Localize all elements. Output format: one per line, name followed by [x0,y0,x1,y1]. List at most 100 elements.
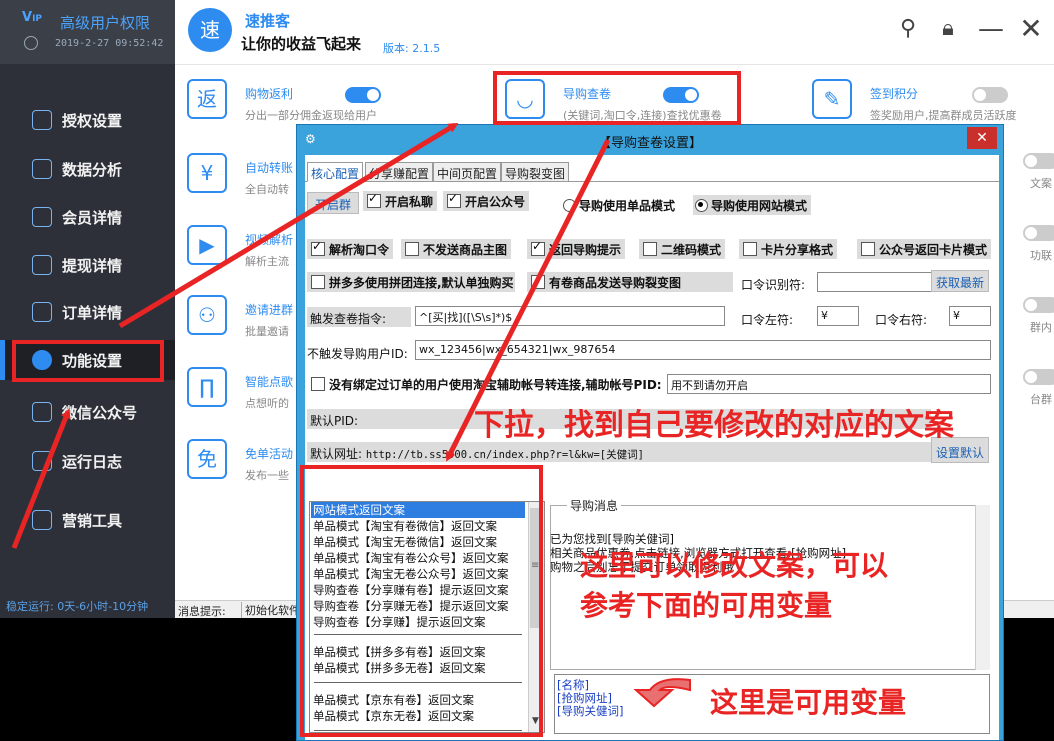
sidebar-item-4[interactable]: 订单详情 [0,292,175,332]
feature-title: 智能点歌 [245,375,294,389]
default-url-label: 默认网址: [310,447,363,461]
feature-desc: 解析主流 [245,255,289,268]
feature-toggle[interactable] [972,87,1008,103]
statusbar-value: 初始化软件 [241,602,300,618]
mode-single-radio[interactable]: 导购使用单品模式 [561,195,679,215]
minimize-icon[interactable]: — [978,16,1004,42]
feature-title: 购物返利 [245,87,294,101]
sidebar-item-3[interactable]: 提现详情 [0,245,175,285]
feature-icon: 返 [187,79,227,119]
sidebar-item-label: 微信公众号 [62,404,138,422]
sidebar-item-1[interactable]: 数据分析 [0,149,175,189]
lock-icon[interactable]: 🔒︎ [935,16,961,42]
highlight-box-template-list [300,465,543,737]
fetch-latest-button[interactable]: 获取最新 [931,270,989,292]
dialog-titlebar[interactable]: ⚙ 【导购查卷设置】 ✕ [297,125,1003,155]
feature-title: 视频解析 [245,233,294,247]
annotation-edit-hint-line1: 这里可以修改文案，可以 [580,549,889,582]
sidebar-item-label: 运行日志 [62,453,123,471]
trigger-command-label: 触发查卷指令: [307,307,411,327]
parse-taokouling-checkbox[interactable]: 解析淘口令 [307,239,394,259]
feature-icon: ✎ [812,79,852,119]
open-private-checkbox[interactable]: 开启私聊 [363,191,438,211]
card-share-checkbox[interactable]: 卡片分享格式 [739,239,838,259]
printer-icon [32,402,52,422]
app-logo-icon: 速 [188,8,232,52]
feature-toggle[interactable] [1023,297,1054,313]
highlight-box-coupon-feature [493,71,741,125]
statusbar-label: 消息提示: [178,605,226,618]
no-main-image-checkbox[interactable]: 不发送商品主图 [401,239,512,259]
dialog-close-button[interactable]: ✕ [967,127,997,149]
close-icon[interactable]: ✕ [1018,15,1044,43]
feature-desc: 点想听的 [245,397,289,410]
sidebar-item-6[interactable]: 微信公众号 [0,392,175,432]
default-url-value[interactable]: http://tb.ss5000.cn/index.php?r=l&kw=[关健… [366,449,644,461]
feature-title: 签到积分 [870,87,919,101]
code-ident-label: 口令识别符: [741,278,806,292]
sidebar-item-label: 会员详情 [62,209,123,227]
clock-icon [24,36,38,50]
code-left-input[interactable]: ¥ [817,306,859,326]
no-order-pid-input[interactable]: 用不到请勿开启 [667,374,991,394]
datetime-label: 2019-2-27 09:52:42 [55,38,164,49]
highlight-box-function-settings [12,340,164,382]
sidebar-item-label: 营销工具 [62,512,123,530]
sidebar-item-label: 数据分析 [62,161,123,179]
no-trigger-user-input[interactable]: wx_123456|wx_654321|wx_987654 [415,340,991,360]
feature-desc-fragment: 群内 [1030,321,1052,334]
order-icon [32,302,52,322]
user-settings-icon[interactable]: ⚲ [895,16,921,42]
code-ident-input[interactable] [817,272,939,292]
feature-toggle[interactable] [1023,369,1054,385]
open-group-button[interactable]: 开启群 [307,192,359,214]
qrcode-mode-checkbox[interactable]: 二维码模式 [639,239,726,259]
top-header: 速 速推客 让你的收益飞起来 版本: 2.1.5 ⚲ 🔒︎ — ✕ [175,0,1054,64]
feature-title: 邀请进群 [245,303,294,317]
no-order-pid-checkbox[interactable]: 没有绑定过订单的用户使用淘宝辅助帐号转连接,辅助帐号PID: [307,374,666,394]
feature-desc: 签奖励用户,提高群成员活跃度 [870,109,1017,122]
annotation-variables-hint: 这里是可用变量 [710,686,907,719]
annotation-scroll-hint: 下拉，找到自己要修改的对应的文案 [474,408,954,443]
code-right-input[interactable]: ¥ [949,306,991,326]
tab-middle-page-config[interactable]: 中间页配置 [433,162,502,182]
sidebar-item-label: 提现详情 [62,257,123,275]
sidebar-item-label: 授权设置 [62,112,123,130]
dialog-title: 【导购查卷设置】 [597,136,702,151]
app-name: 速推客 [245,12,291,30]
feature-icon: ▶ [187,225,227,265]
open-official-checkbox[interactable]: 开启公众号 [443,191,530,211]
globe-icon [32,110,52,130]
feature-desc: 分出一部分佣金返现给用户 [245,109,377,122]
pdd-group-link-checkbox[interactable]: 拼多多使用拼团连接,默认单独购买 [307,272,515,292]
feature-title: 免单活动 [245,447,294,461]
message-scrollbar[interactable] [975,505,990,670]
sidebar-item-2[interactable]: 会员详情 [0,197,175,237]
sidebar-item-0[interactable]: 授权设置 [0,100,175,140]
tab-fission-image[interactable]: 导购裂变图 [501,162,570,182]
tab-core-config[interactable]: 核心配置 [307,162,364,182]
feature-toggle[interactable] [1023,153,1054,169]
chart-bar-icon [32,510,52,530]
speaker-icon [32,451,52,471]
feature-desc: 发布一些 [245,469,289,482]
edit-icon [32,207,52,227]
sidebar: VIP 高级用户权限 2019-2-27 09:52:42 授权设置 数据分析 会员… [0,0,175,618]
official-card-mode-checkbox[interactable]: 公众号返回卡片模式 [857,239,992,259]
feature-toggle[interactable] [345,87,381,103]
search-chart-icon [32,255,52,275]
code-right-label: 口令右符: [875,313,928,327]
feature-icon: 免 [187,439,227,479]
coupon-fission-image-checkbox[interactable]: 有卷商品发送导购裂变图 [527,272,733,292]
variable-item[interactable]: [导购关健词] [557,703,623,719]
code-left-label: 口令左符: [741,313,794,327]
tab-share-config[interactable]: 分享赚配置 [365,162,434,182]
trigger-command-input[interactable]: ^[买|找]([\S\s]*)$ [415,306,725,326]
feature-toggle[interactable] [1023,225,1054,241]
sidebar-item-7[interactable]: 运行日志 [0,441,175,481]
return-guide-tip-checkbox[interactable]: 返回导购提示 [527,239,626,259]
sidebar-item-8[interactable]: 营销工具 [0,500,175,540]
user-level-title: 高级用户权限 [60,14,151,32]
version-label: 版本: 2.1.5 [383,42,441,55]
mode-site-radio[interactable]: 导购使用网站模式 [693,195,812,215]
